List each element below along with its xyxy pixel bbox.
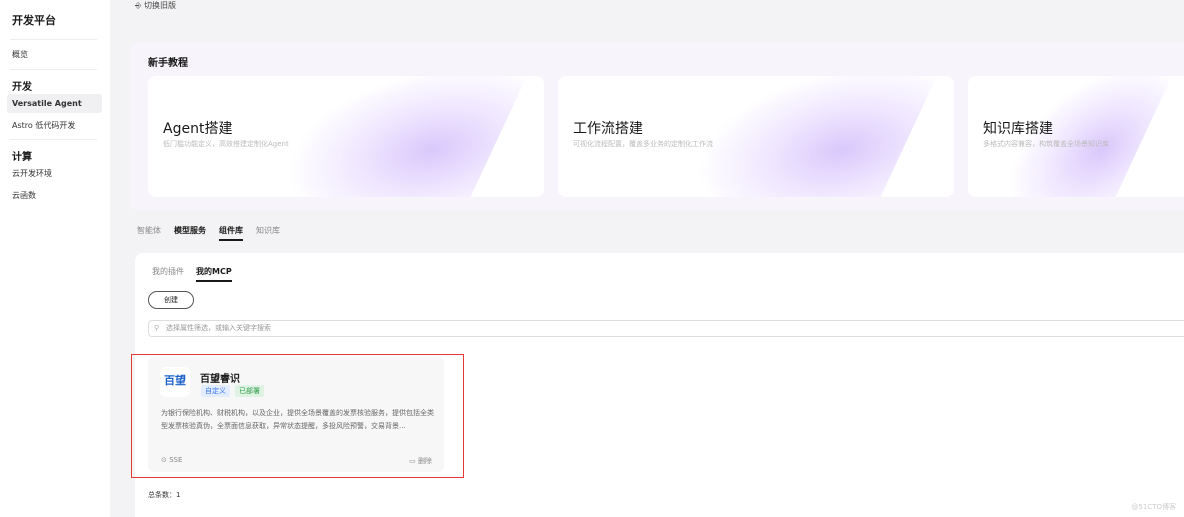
delete-label: 删除	[418, 457, 432, 465]
sub-tabs: 我的插件 我的MCP	[152, 266, 232, 282]
card-illustration	[676, 76, 942, 197]
total-count: 总条数：1	[148, 491, 181, 499]
card-subtitle: 低门槛功能定义，高效搭建定制化Agent	[163, 140, 289, 148]
divider	[10, 39, 97, 40]
card-title: 工作流搭建	[573, 121, 643, 137]
group-compute: 计算	[12, 152, 32, 163]
tutorial-card-workflow[interactable]: 工作流搭建可视化流程配置，覆盖多业务的定制化工作流	[558, 76, 954, 197]
card-subtitle: 可视化流程配置，覆盖多业务的定制化工作流	[573, 140, 713, 148]
delete-icon: ▭	[409, 457, 416, 465]
create-button[interactable]: 创建	[148, 291, 194, 309]
protocol-icon: ⊙	[161, 456, 167, 464]
sidebar-item-astro[interactable]: Astro 低代码开发	[7, 116, 102, 135]
tutorial-title: 新手教程	[148, 58, 188, 69]
tutorial-card-agent[interactable]: Agent搭建低门槛功能定义，高效搭建定制化Agent	[148, 76, 544, 197]
divider	[10, 139, 97, 140]
sidebar-item-versatile-agent[interactable]: Versatile Agent	[7, 94, 102, 113]
sidebar-item-cloud-dev[interactable]: 云开发环境	[7, 164, 102, 183]
switch-version-link[interactable]: ⎆ 切换旧版	[135, 0, 176, 11]
tag-deployed: 已部署	[235, 385, 264, 397]
search-icon: ⚲	[154, 324, 160, 332]
mcp-description: 为银行保险机构、财税机构，以及企业，提供全场景覆盖的发票核验服务，提供包括全类型…	[161, 409, 434, 430]
card-illustration	[266, 76, 532, 197]
sidebar: 开发平台 概览 开发 Versatile Agent Astro 低代码开发 计…	[0, 0, 110, 517]
protocol-text: SSE	[169, 456, 183, 464]
sidebar-item-cloud-func[interactable]: 云函数	[7, 186, 102, 205]
switch-label: 切换旧版	[143, 1, 176, 10]
tutorial-card-knowledge[interactable]: 知识库搭建多格式内容兼容，构筑覆盖全场景知识库	[968, 76, 1184, 197]
mcp-card[interactable]: 百望 百望睿识 自定义 已部署 为银行保险机构、财税机构，以及企业，提供全场景覆…	[148, 357, 444, 472]
card-title: 知识库搭建	[983, 121, 1053, 137]
protocol-label: ⊙ SSE	[161, 456, 182, 464]
search-input[interactable]: ⚲ 选择属性筛选，或输入关键字搜索	[148, 320, 1184, 337]
card-title: Agent搭建	[163, 121, 233, 137]
tab-model-service[interactable]: 模型服务	[174, 225, 206, 241]
watermark: @51CTO博客	[1131, 503, 1176, 511]
tab-knowledge[interactable]: 知识库	[256, 225, 280, 241]
tag-custom: 自定义	[201, 385, 230, 397]
mcp-name: 百望睿识	[200, 374, 240, 385]
card-subtitle: 多格式内容兼容，构筑覆盖全场景知识库	[983, 140, 1109, 148]
group-dev: 开发	[12, 82, 32, 93]
tab-components[interactable]: 组件库	[219, 225, 243, 241]
tab-my-plugins[interactable]: 我的插件	[152, 266, 184, 282]
switch-icon: ⎆	[135, 1, 142, 10]
sidebar-item-overview[interactable]: 概览	[7, 45, 102, 64]
divider	[10, 69, 97, 70]
tab-my-mcp[interactable]: 我的MCP	[196, 266, 232, 282]
tab-agents[interactable]: 智能体	[137, 225, 161, 241]
delete-button[interactable]: ▭ 删除	[409, 456, 432, 466]
mcp-logo: 百望	[160, 367, 190, 397]
search-placeholder: 选择属性筛选，或输入关键字搜索	[166, 324, 271, 332]
platform-title: 开发平台	[12, 14, 56, 27]
main-tabs: 智能体 模型服务 组件库 知识库	[137, 225, 280, 241]
